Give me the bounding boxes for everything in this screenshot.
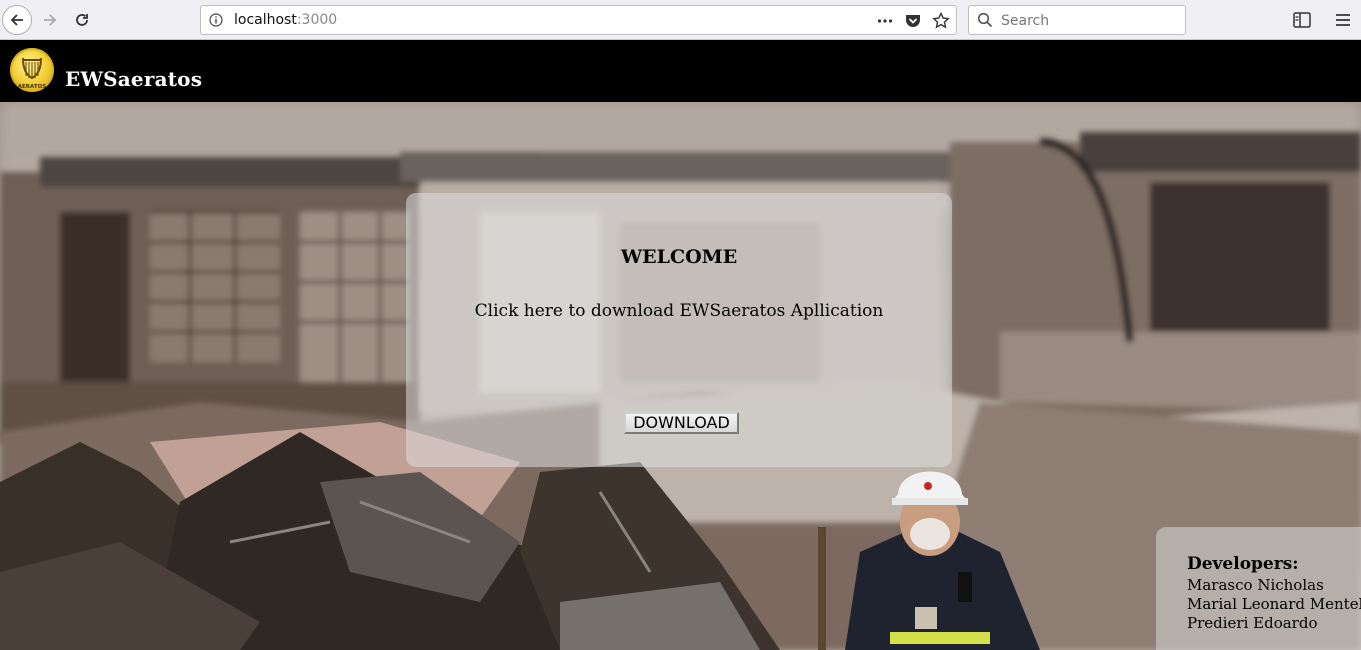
welcome-card: WELCOME Click here to download EWSaerato… <box>406 193 952 467</box>
arrow-right-icon <box>44 14 57 26</box>
back-button[interactable] <box>2 5 32 35</box>
download-button[interactable]: DOWNLOAD <box>624 412 739 434</box>
forward-button[interactable] <box>35 5 65 35</box>
search-bar[interactable] <box>968 5 1186 35</box>
site-header: AERATOS EWSaeratos <box>0 40 1361 102</box>
pocket-icon[interactable] <box>904 12 922 30</box>
url-text[interactable]: localhost:3000 <box>234 12 337 28</box>
aeratos-logo[interactable]: AERATOS <box>10 48 54 92</box>
download-description: Click here to download EWSaeratos Apllic… <box>474 301 884 321</box>
url-host: localhost <box>234 12 297 28</box>
site-title[interactable]: EWSaeratos <box>65 67 202 91</box>
hamburger-menu-icon[interactable] <box>1333 10 1353 30</box>
url-bar[interactable]: localhost:3000 <box>200 5 957 35</box>
ellipsis-icon[interactable] <box>876 12 894 30</box>
sidebar-icon[interactable] <box>1292 10 1312 30</box>
developer-name: Predieri Edoardo <box>1187 614 1318 632</box>
reload-button[interactable] <box>67 5 97 35</box>
developer-name: Marasco Nicholas <box>1187 576 1324 594</box>
lyre-icon: AERATOS <box>18 57 47 90</box>
welcome-title: WELCOME <box>620 246 738 268</box>
developers-title: Developers: <box>1187 554 1299 574</box>
developers-card: Developers: Marasco Nicholas Marial Leon… <box>1156 527 1361 650</box>
star-icon[interactable] <box>932 12 950 30</box>
search-icon <box>977 12 993 28</box>
browser-toolbar: localhost:3000 <box>0 0 1361 40</box>
url-port: :3000 <box>296 12 338 28</box>
svg-text:AERATOS: AERATOS <box>18 84 47 90</box>
search-input[interactable] <box>999 10 1183 32</box>
arrow-left-icon <box>10 14 23 26</box>
reload-icon <box>76 14 88 26</box>
info-icon[interactable] <box>209 13 223 27</box>
developer-name: Marial Leonard Mentel <box>1187 595 1361 613</box>
hero-section: WELCOME Click here to download EWSaerato… <box>0 102 1361 650</box>
